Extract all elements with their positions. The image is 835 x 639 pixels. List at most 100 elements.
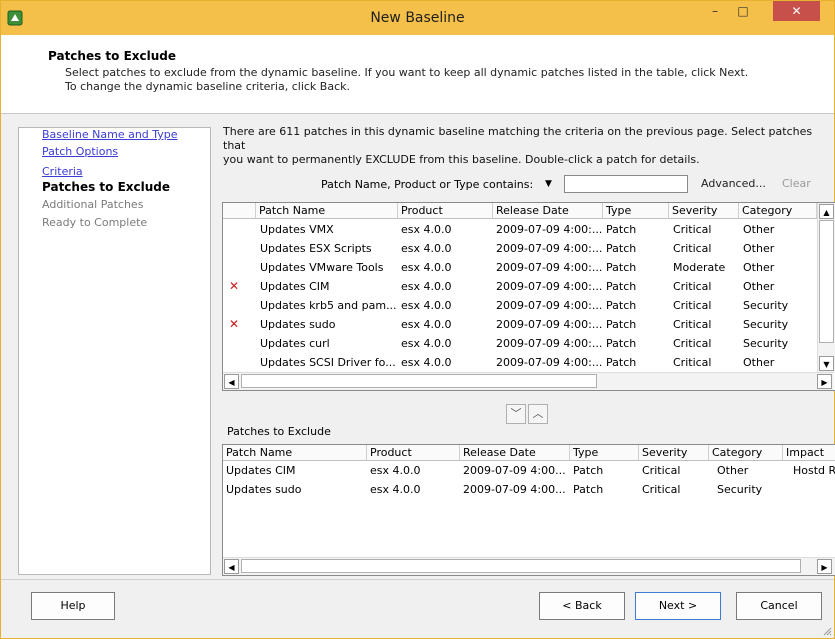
close-button[interactable]: ✕ — [773, 1, 820, 21]
table-cell: 2009-07-09 4:00:... — [496, 280, 602, 293]
table-cell: Updates krb5 and pam... — [260, 299, 397, 312]
exclude-cell[interactable] — [229, 239, 249, 258]
table-cell: Critical — [673, 299, 712, 312]
patches-horizontal-scrollbar[interactable]: ◀ ▶ — [223, 372, 834, 390]
scroll-left-button[interactable]: ◀ — [224, 559, 239, 574]
table-row[interactable]: Updates SCSI Driver fo... esx 4.0.0 2009-0… — [223, 353, 817, 372]
filter-input[interactable] — [564, 175, 688, 193]
table-row[interactable]: Updates VMware Tools esx 4.0.0 2009-07-09 … — [223, 258, 817, 277]
column-header[interactable]: Type — [603, 203, 669, 219]
table-cell: 2009-07-09 4:00:... — [496, 242, 602, 255]
exclude-cell[interactable] — [229, 353, 249, 372]
filter-dropdown-icon[interactable]: ▼ — [545, 179, 552, 189]
table-cell: 2009-07-09 4:00... — [463, 483, 566, 496]
clear-link[interactable]: Clear — [782, 177, 811, 190]
table-row[interactable]: Updates VMX esx 4.0.0 2009-07-09 4:00:... P… — [223, 220, 817, 239]
table-row[interactable]: Updates ESX Scripts esx 4.0.0 2009-07-09 4… — [223, 239, 817, 258]
scroll-up-button[interactable]: ▲ — [819, 204, 834, 219]
wizard-footer: Help < Back Next > Cancel — [1, 579, 834, 639]
table-row[interactable]: Updates krb5 and pam... esx 4.0.0 2009-07-… — [223, 296, 817, 315]
new-baseline-window: New Baseline – □ ✕ Patches to Exclude Se… — [0, 0, 835, 639]
scroll-thumb[interactable] — [241, 559, 801, 573]
scroll-thumb[interactable] — [241, 374, 597, 388]
description-line-2: To change the dynamic baseline criteria,… — [65, 80, 350, 93]
exclude-column-header[interactable] — [223, 203, 256, 219]
nav-step-patches-to-exclude: Patches to Exclude — [42, 180, 171, 194]
scroll-down-button[interactable]: ▼ — [819, 356, 834, 371]
advanced-link[interactable]: Advanced... — [701, 177, 766, 190]
column-header[interactable]: Impact — [783, 445, 835, 461]
table-row[interactable]: ✕ Updates CIM esx 4.0.0 2009-07-09 4:00:...… — [223, 277, 817, 296]
table-cell: Patch — [606, 280, 637, 293]
column-header[interactable]: Release Date — [460, 445, 570, 461]
table-cell: 2009-07-09 4:00... — [463, 464, 566, 477]
column-header[interactable]: Category — [709, 445, 783, 461]
table-cell: Critical — [673, 242, 712, 255]
table-cell: esx 4.0.0 — [401, 318, 452, 331]
excluded-mark-icon[interactable]: ✕ — [229, 277, 249, 296]
exclude-cell[interactable] — [229, 334, 249, 353]
table-cell: Other — [717, 464, 749, 477]
table-cell: Critical — [642, 483, 681, 496]
table-cell: Updates sudo — [226, 483, 302, 496]
excluded-mark-icon[interactable]: ✕ — [229, 315, 249, 334]
table-cell: Critical — [673, 318, 712, 331]
resize-grip-icon[interactable] — [822, 626, 832, 636]
table-cell: Other — [743, 280, 775, 293]
table-cell: 2009-07-09 4:00:... — [496, 337, 602, 350]
table-cell: Updates CIM — [226, 464, 296, 477]
table-row[interactable]: Updates curl esx 4.0.0 2009-07-09 4:00:...… — [223, 334, 817, 353]
exclude-cell[interactable] — [229, 296, 249, 315]
next-button[interactable]: Next > — [635, 592, 721, 620]
column-header[interactable]: Product — [367, 445, 460, 461]
title-bar: New Baseline – □ ✕ — [1, 1, 834, 35]
table-cell: Updates VMX — [260, 223, 334, 236]
cancel-button[interactable]: Cancel — [736, 592, 822, 620]
exclude-cell[interactable] — [229, 258, 249, 277]
column-header[interactable]: Patch Name — [256, 203, 398, 219]
column-header[interactable]: Release Date — [493, 203, 603, 219]
table-cell: Patch — [606, 318, 637, 331]
nav-step-patch-options[interactable]: Patch Options — [42, 145, 118, 158]
table-cell: Patch — [573, 483, 604, 496]
description-line-1: Select patches to exclude from the dynam… — [65, 66, 749, 79]
move-up-button[interactable]: ︿ — [528, 404, 548, 424]
scroll-thumb[interactable] — [819, 220, 834, 343]
table-cell: Critical — [673, 280, 712, 293]
column-header[interactable]: Type — [570, 445, 639, 461]
nav-step-criteria[interactable]: Criteria — [42, 165, 83, 178]
column-header[interactable]: Severity — [669, 203, 739, 219]
minimize-button[interactable]: – — [702, 1, 728, 21]
scroll-right-button[interactable]: ▶ — [817, 374, 832, 389]
column-header[interactable]: Product — [398, 203, 493, 219]
nav-step-baseline-name[interactable]: Baseline Name and Type — [42, 128, 178, 141]
table-cell: Security — [743, 318, 789, 331]
scroll-left-button[interactable]: ◀ — [224, 374, 239, 389]
excluded-horizontal-scrollbar[interactable]: ◀ ▶ — [223, 557, 835, 575]
table-cell: Security — [743, 337, 789, 350]
table-cell: Other — [743, 356, 775, 369]
maximize-button[interactable]: □ — [730, 1, 756, 21]
table-row[interactable]: ✕ Updates sudo esx 4.0.0 2009-07-09 4:00:..… — [223, 315, 817, 334]
column-header[interactable]: Category — [739, 203, 817, 219]
page-title: Patches to Exclude — [48, 49, 177, 63]
help-button[interactable]: Help — [31, 592, 115, 620]
table-cell: esx 4.0.0 — [401, 280, 452, 293]
exclude-cell[interactable] — [229, 220, 249, 239]
table-cell: Security — [743, 299, 789, 312]
scroll-right-button[interactable]: ▶ — [817, 559, 832, 574]
wizard-header: Patches to Exclude Select patches to exc… — [1, 35, 834, 114]
nav-step-ready-to-complete: Ready to Complete — [42, 216, 148, 229]
table-cell: Updates CIM — [260, 280, 330, 293]
table-cell: Other — [743, 223, 775, 236]
table-row[interactable]: Updates CIM esx 4.0.0 2009-07-09 4:00... Pa… — [223, 461, 835, 480]
column-header[interactable]: Severity — [639, 445, 709, 461]
table-row[interactable]: Updates sudo esx 4.0.0 2009-07-09 4:00... P… — [223, 480, 835, 499]
table-cell: Patch — [573, 464, 604, 477]
table-cell: Updates sudo — [260, 318, 336, 331]
patches-vertical-scrollbar[interactable]: ▲ ▼ — [817, 203, 835, 373]
table-cell: Critical — [673, 223, 712, 236]
column-header[interactable]: Patch Name — [223, 445, 367, 461]
back-button[interactable]: < Back — [539, 592, 625, 620]
move-down-button[interactable]: ﹀ — [506, 404, 526, 424]
